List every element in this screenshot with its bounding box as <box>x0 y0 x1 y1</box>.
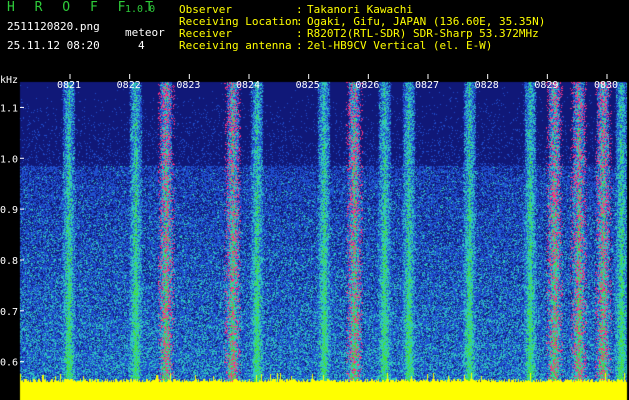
timestamp: 25.11.12 08:20 <box>7 39 100 52</box>
app-version: 1.0.0 <box>125 4 156 15</box>
x-tick-label: 0825 <box>296 80 320 91</box>
header-panel: H R O F F T 1.0.0 2511120820.png 25.11.1… <box>0 0 629 74</box>
x-tick-label: 0826 <box>355 80 379 91</box>
y-tick-label: 1.0 <box>0 154 18 165</box>
station-info-antenna: Receiving antenna <box>179 39 292 52</box>
y-tick-label: 0.6 <box>0 358 18 369</box>
x-tick-label: 0828 <box>475 80 499 91</box>
meteor-label: meteor <box>125 26 165 39</box>
y-tick-label: 0.9 <box>0 205 18 216</box>
y-tick-label: 1.1 <box>0 103 18 114</box>
x-tick-label: 0822 <box>117 80 141 91</box>
x-tick-label: 0821 <box>57 80 81 91</box>
file-name: 2511120820.png <box>7 20 100 33</box>
x-tick-label: 0824 <box>236 80 260 91</box>
y-tick-label: 0.8 <box>0 256 18 267</box>
x-tick-label: 0823 <box>176 80 200 91</box>
x-tick-label: 0830 <box>594 80 618 91</box>
antenna-value: 2el-HB9CV Vertical (el. E-W) <box>307 39 493 52</box>
x-tick-label: 0829 <box>534 80 558 91</box>
y-axis-unit: kHz <box>0 75 18 86</box>
x-tick-label: 0827 <box>415 80 439 91</box>
meteor-count: 4 <box>138 39 145 52</box>
spectrogram-overlay: kHz 1.1 1.0 0.9 0.8 0.7 0.6 0821 0822 0823 0824 082… <box>0 74 618 369</box>
y-tick-label: 0.7 <box>0 307 18 318</box>
